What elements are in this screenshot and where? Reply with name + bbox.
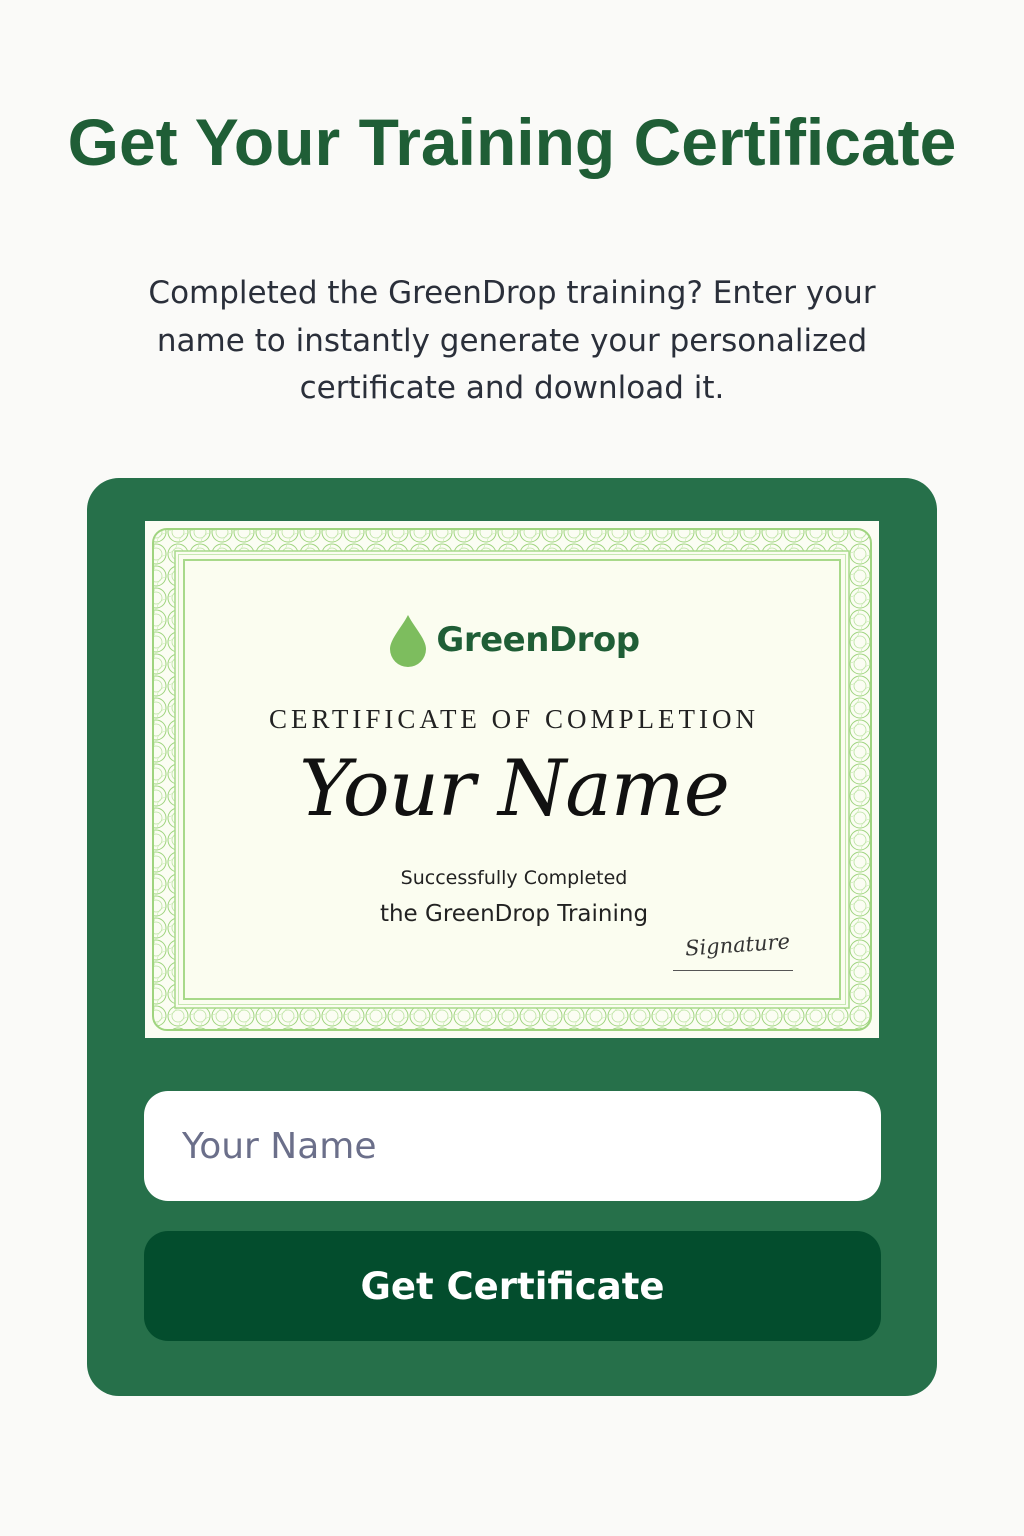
signature: Signature — [673, 929, 795, 971]
brand-name: GreenDrop — [436, 620, 640, 660]
signature-line — [673, 970, 793, 971]
page-description: Completed the GreenDrop training? Enter … — [148, 275, 876, 406]
completion-text: Successfully Completed — [400, 867, 628, 889]
signature-text: Signature — [684, 929, 791, 961]
water-drop-icon — [390, 615, 427, 667]
page-title: Get Your Training Certificate — [67, 105, 957, 179]
certificate-card: GreenDrop Certificate of Completion Your… — [87, 478, 937, 1396]
get-certificate-button[interactable]: Get Certificate — [144, 1231, 881, 1341]
certificate-heading: Certificate of Completion — [269, 704, 759, 734]
name-input[interactable] — [144, 1091, 881, 1201]
certificate-content: GreenDrop Certificate of Completion Your… — [178, 554, 846, 1005]
course-text: the GreenDrop Training — [379, 901, 649, 927]
brand-logo: GreenDrop — [185, 613, 843, 667]
certificate-preview: GreenDrop Certificate of Completion Your… — [145, 521, 879, 1038]
recipient-name: Your Name — [299, 744, 730, 834]
page: Get Your Training Certificate Completed … — [0, 0, 1024, 1536]
